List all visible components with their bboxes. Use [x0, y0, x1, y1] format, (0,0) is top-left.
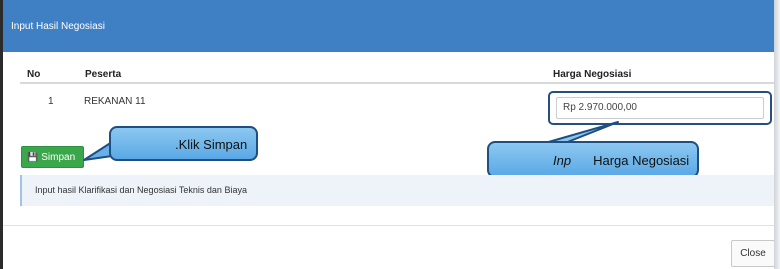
- harga-negosiasi-input[interactable]: Rp 2.970.000,00: [556, 97, 764, 119]
- callout-inp-text: Inp Harga Negosiasi: [553, 153, 689, 168]
- harga-highlight: Rp 2.970.000,00: [548, 91, 772, 125]
- simpan-label: Simpan: [41, 152, 76, 163]
- column-header-peserta: Peserta: [85, 69, 122, 80]
- table-cell-no: 1: [48, 96, 54, 107]
- callout-tail-klik: [83, 141, 113, 161]
- callout-klik-text: .Klik Simpan: [175, 137, 248, 152]
- dialog-header: Input Hasil Negosiasi: [3, 0, 774, 52]
- table-cell-peserta: REKANAN 11: [84, 96, 146, 107]
- callout-tail-inp: [544, 121, 619, 144]
- dialog-title: Input Hasil Negosiasi: [11, 21, 105, 32]
- info-text: Input hasil Klarifikasi dan Negosiasi Te…: [35, 185, 247, 195]
- callout-input-harga: Inp Harga Negosiasi: [487, 141, 699, 178]
- floppy-disk-icon: 💾: [27, 152, 39, 162]
- window-shadow: [774, 0, 780, 269]
- footer-divider: [3, 225, 774, 226]
- column-header-harga: Harga Negosiasi: [553, 69, 632, 80]
- callout-klik-simpan: .Klik Simpan: [109, 126, 258, 161]
- table-header-divider: [20, 82, 774, 84]
- close-button[interactable]: Close: [731, 240, 775, 267]
- column-header-no: No: [27, 69, 41, 80]
- info-panel: Input hasil Klarifikasi dan Negosiasi Te…: [20, 175, 774, 206]
- callout-inp-rest: Harga Negosiasi: [593, 153, 690, 168]
- dialog-window: Input Hasil Negosiasi No Peserta Harga N…: [0, 0, 775, 269]
- simpan-button[interactable]: 💾 Simpan: [21, 146, 84, 168]
- callout-inp-prefix: Inp: [553, 153, 572, 168]
